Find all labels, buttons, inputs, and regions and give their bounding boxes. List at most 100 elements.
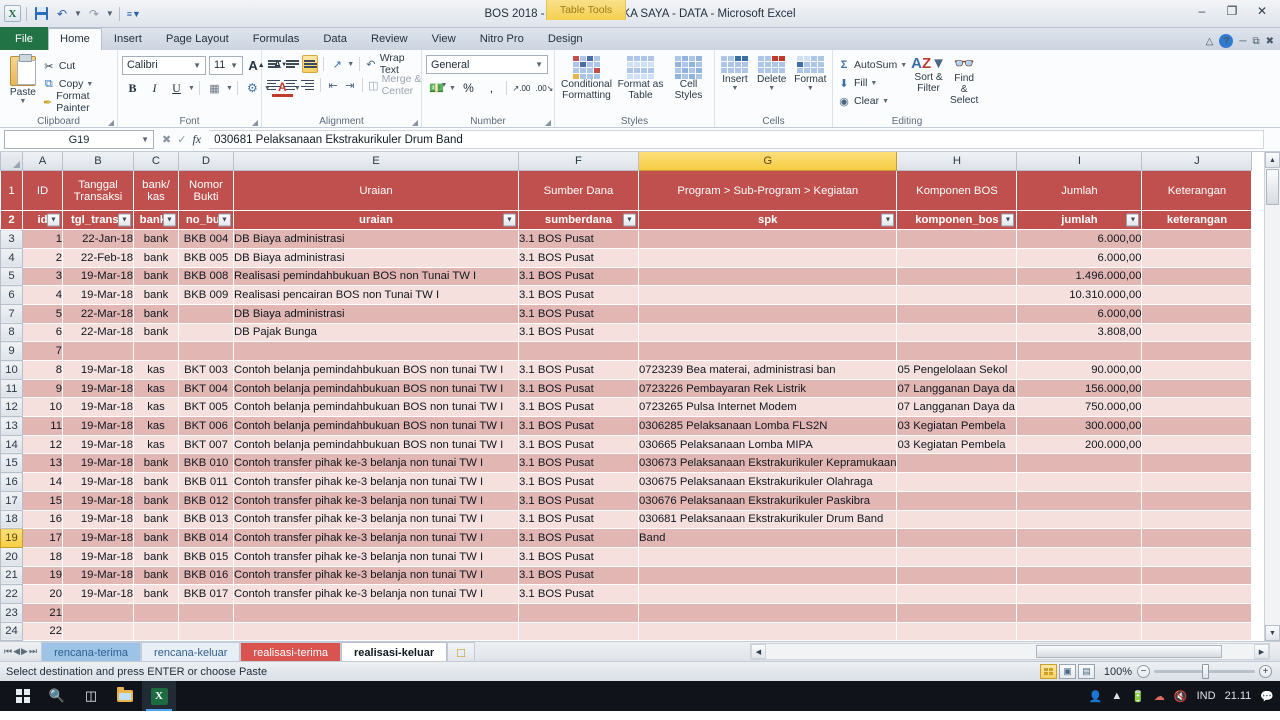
decrease-indent-icon[interactable]: ⇤ — [326, 76, 341, 94]
cell-nomor-bukti[interactable]: BKB 017 — [178, 584, 234, 604]
cell-tanggal[interactable]: 19-Mar-18 — [62, 285, 134, 305]
cell-id[interactable]: 10 — [22, 397, 63, 418]
cell-keterangan[interactable] — [1141, 416, 1253, 436]
comma-format-button[interactable]: , — [481, 78, 502, 98]
cell-sumber-dana[interactable]: 3.1 BOS Pusat — [518, 435, 639, 455]
cell-keterangan[interactable] — [1141, 379, 1253, 399]
name-box[interactable]: G19 ▼ — [4, 130, 154, 149]
zoom-track[interactable] — [1154, 664, 1255, 679]
cell-spk[interactable]: 030681 Pelaksanaan Ekstrakurikuler Drum … — [638, 510, 898, 530]
align-top-icon[interactable] — [266, 55, 282, 73]
cell-uraian[interactable]: Contoh belanja pemindahbukuan BOS non tu… — [233, 379, 519, 399]
tab-formulas[interactable]: Formulas — [241, 28, 312, 50]
cell-keterangan[interactable] — [1141, 622, 1253, 641]
cell-spk[interactable] — [638, 566, 898, 586]
cell-jumlah[interactable]: 6.000,00 — [1016, 248, 1143, 268]
cell-jumlah[interactable] — [1016, 603, 1143, 623]
cell-uraian[interactable]: DB Pajak Bunga — [233, 323, 519, 343]
cell-bank-kas[interactable] — [133, 622, 179, 641]
cell-tanggal[interactable]: 19-Mar-18 — [62, 267, 134, 287]
restore-workbook-icon[interactable]: ⧉ — [1252, 36, 1259, 47]
cell-nomor-bukti[interactable]: BKB 015 — [178, 547, 234, 567]
cell-bank-kas[interactable]: bank — [133, 285, 179, 305]
row-header-4[interactable]: 4 — [0, 247, 23, 268]
close-workbook-icon[interactable]: ✖ — [1266, 36, 1274, 47]
cell-bank-kas[interactable]: kas — [133, 379, 179, 399]
table-row[interactable]: 97 — [0, 341, 1253, 361]
filter-komponen-bos[interactable]: komponen_bos ▼ — [896, 210, 1018, 231]
cell-uraian[interactable]: Contoh belanja pemindahbukuan BOS non tu… — [233, 397, 519, 418]
cell-uraian[interactable]: Contoh belanja pemindahbukuan BOS non tu… — [233, 435, 519, 455]
table-row[interactable]: 17 15 19-Mar-18 bank BKB 012 Contoh transfer … — [0, 490, 1253, 511]
row-header-22[interactable]: 22 — [0, 584, 23, 604]
cell-spk[interactable]: 030665 Pelaksanaan Lomba MIPA — [638, 435, 898, 455]
minimize-button[interactable]: – — [1188, 2, 1216, 20]
cell-nomor-bukti[interactable]: BKT 003 — [178, 360, 234, 380]
align-middle-icon[interactable] — [284, 55, 300, 73]
cell-tanggal[interactable] — [62, 622, 134, 641]
borders-dropdown-icon[interactable]: ▼ — [226, 85, 233, 92]
cell-nomor-bukti[interactable]: BKT 007 — [178, 435, 234, 455]
show-hidden-icons-icon[interactable]: ▲ — [1111, 690, 1122, 702]
cell-keterangan[interactable] — [1141, 453, 1253, 474]
cell-keterangan[interactable] — [1141, 304, 1253, 324]
chevron-down-icon[interactable]: ▼ — [191, 61, 203, 70]
table-row[interactable]: 13 11 19-Mar-18 kas BKT 006 Contoh belanja pe… — [0, 416, 1253, 436]
zoom-thumb[interactable] — [1202, 664, 1210, 679]
window-controls[interactable]: – ❐ ✕ — [1188, 2, 1276, 20]
increase-decimal-icon[interactable]: ↗.00 — [511, 78, 532, 98]
cell-nomor-bukti[interactable] — [178, 603, 234, 623]
cell-tanggal[interactable]: 22-Mar-18 — [62, 304, 134, 324]
filter-dropdown-icon-komp[interactable]: ▼ — [1001, 213, 1015, 227]
cell-keterangan[interactable] — [1141, 547, 1253, 567]
excel-logo-icon[interactable]: X — [4, 5, 21, 22]
cell-nomor-bukti[interactable]: BKB 008 — [178, 267, 234, 287]
filter-uraian[interactable]: uraian ▼ — [233, 210, 519, 231]
cell-komponen-bos[interactable]: 05 Pengelolaan Sekol — [896, 360, 1018, 380]
cell-sumber-dana[interactable]: 3.1 BOS Pusat — [518, 472, 639, 492]
cell-jumlah[interactable] — [1016, 622, 1143, 641]
column-header-h[interactable]: H — [896, 152, 1018, 172]
formula-input[interactable]: 030681 Pelaksanaan Ekstrakurikuler Drum … — [209, 130, 1264, 149]
cell-uraian[interactable] — [233, 622, 519, 641]
chevron-down-icon-2[interactable]: ▼ — [228, 61, 240, 70]
row-header-2[interactable]: 2 — [0, 210, 23, 231]
cell-bank-kas[interactable]: bank — [133, 584, 179, 604]
cell-nomor-bukti[interactable]: BKB 010 — [178, 453, 234, 474]
orientation-icon[interactable]: ↗ — [329, 55, 345, 73]
help-icon[interactable]: ? — [1219, 34, 1234, 48]
cell-sumber-dana[interactable] — [518, 341, 639, 361]
cell-keterangan[interactable] — [1141, 341, 1253, 361]
tab-data[interactable]: Data — [311, 28, 359, 50]
row-header-18[interactable]: 18 — [0, 509, 23, 530]
format-painter-button[interactable]: ✒ Format Painter — [42, 90, 113, 114]
column-header-i[interactable]: I — [1016, 152, 1143, 172]
vertical-scroll-thumb[interactable] — [1266, 169, 1279, 205]
zoom-level[interactable]: 100% — [1104, 666, 1132, 678]
cell-keterangan[interactable] — [1141, 528, 1253, 548]
cell-spk[interactable] — [638, 267, 898, 287]
scroll-down-icon[interactable]: ▼ — [1265, 625, 1280, 641]
cell-keterangan[interactable] — [1141, 397, 1253, 418]
sheet-tab-bar[interactable]: ⏮ ◀ ▶ ⏭ rencana-terima rencana-keluar re… — [0, 641, 1280, 661]
ribbon-tab-strip[interactable]: File Home Insert Page Layout Formulas Da… — [0, 27, 1280, 50]
quick-access-toolbar[interactable]: X ↶ ▼ ↷ ▼ ≡▼ — [0, 5, 143, 23]
cell-id[interactable]: 5 — [22, 304, 63, 324]
cell-uraian[interactable]: Contoh transfer pihak ke-3 belanja non t… — [233, 472, 519, 492]
table-row[interactable]: 7 5 22-Mar-18 bank DB Biaya administrasi 3.1 … — [0, 303, 1253, 324]
cell-uraian[interactable]: Contoh transfer pihak ke-3 belanja non t… — [233, 453, 519, 474]
cell-id[interactable]: 1 — [22, 229, 63, 249]
cell-jumlah[interactable]: 6.000,00 — [1016, 304, 1143, 324]
cell-bank-kas[interactable]: bank — [133, 472, 179, 492]
cell-keterangan[interactable] — [1141, 248, 1253, 268]
customize-qat-icon[interactable]: ≡▼ — [125, 5, 143, 23]
wrap-text-button[interactable]: ↶ Wrap Text — [365, 52, 419, 76]
horizontal-scroll-thumb[interactable] — [1035, 645, 1223, 658]
cell-jumlah[interactable] — [1016, 566, 1143, 586]
cell-tanggal[interactable]: 22-Mar-18 — [62, 323, 134, 343]
network-error-icon[interactable]: ☁ — [1154, 690, 1165, 703]
fill-color-icon[interactable]: ⚙ — [242, 78, 263, 98]
cell-jumlah[interactable] — [1016, 341, 1143, 361]
cell-nomor-bukti[interactable]: BKT 005 — [178, 397, 234, 418]
cell-tanggal[interactable]: 19-Mar-18 — [62, 360, 134, 380]
